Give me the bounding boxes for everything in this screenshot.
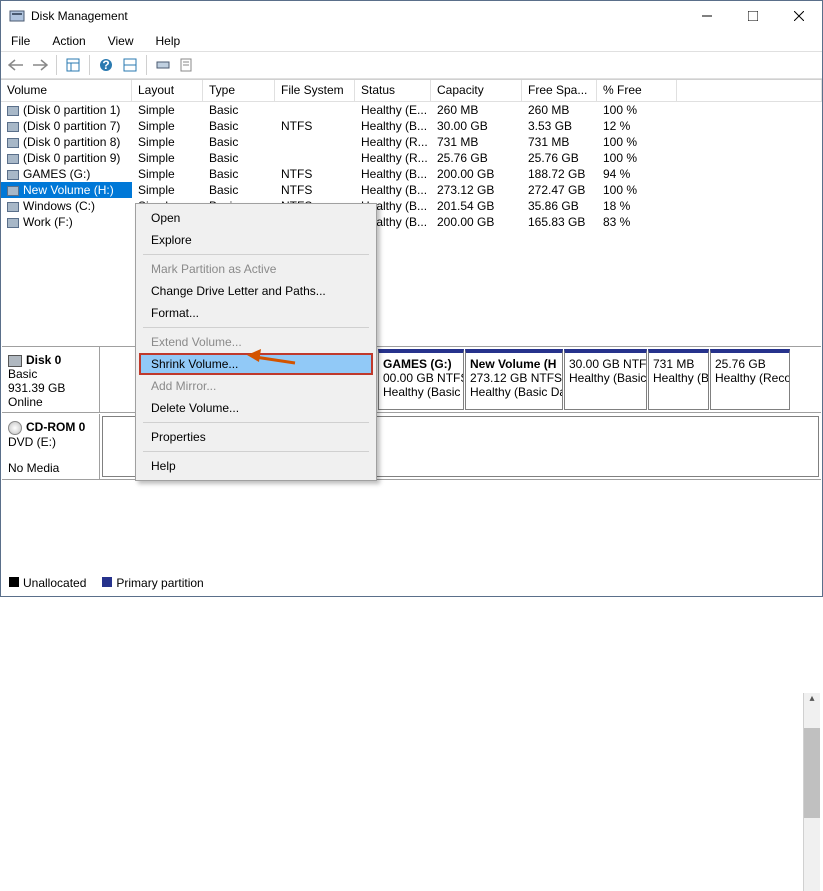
context-menu: OpenExplore Mark Partition as ActiveChang… xyxy=(135,203,377,481)
disk-graphic-pane: Disk 0 Basic 931.39 GB Online GAMES (G:)… xyxy=(2,346,821,546)
menu-action[interactable]: Action xyxy=(48,32,89,50)
col-spacer xyxy=(677,80,822,102)
menu-item: Mark Partition as Active xyxy=(139,258,373,280)
menu-item[interactable]: Open xyxy=(139,207,373,229)
properties-button[interactable] xyxy=(176,54,198,76)
table-row[interactable]: New Volume (H:)SimpleBasicNTFSHealthy (B… xyxy=(1,182,822,198)
volume-icon xyxy=(7,154,19,164)
menu-file[interactable]: File xyxy=(7,32,34,50)
volume-table: Volume Layout Type File System Status Ca… xyxy=(1,79,822,230)
cdrom-label[interactable]: CD-ROM 0 DVD (E:) No Media xyxy=(2,414,100,479)
menu-item[interactable]: Change Drive Letter and Paths... xyxy=(139,280,373,302)
maximize-button[interactable] xyxy=(730,1,776,31)
col-status[interactable]: Status xyxy=(355,80,431,102)
volume-icon xyxy=(7,170,19,180)
legend: Unallocated Primary partition xyxy=(9,576,204,590)
back-button[interactable] xyxy=(5,54,27,76)
view-button[interactable] xyxy=(62,54,84,76)
partition[interactable]: 731 MBHealthy (Basi xyxy=(648,349,709,410)
volume-icon xyxy=(7,122,19,132)
table-row[interactable]: (Disk 0 partition 7)SimpleBasicNTFSHealt… xyxy=(1,118,822,134)
annotation-arrow xyxy=(247,349,297,374)
app-icon xyxy=(9,8,25,24)
cd-icon xyxy=(8,421,22,435)
volume-icon xyxy=(7,186,19,196)
menu-item: Add Mirror... xyxy=(139,375,373,397)
table-row[interactable]: (Disk 0 partition 9)SimpleBasicHealthy (… xyxy=(1,150,822,166)
svg-text:?: ? xyxy=(102,58,109,72)
table-row[interactable]: (Disk 0 partition 1)SimpleBasicHealthy (… xyxy=(1,102,822,118)
menu-item[interactable]: Delete Volume... xyxy=(139,397,373,419)
partition[interactable]: GAMES (G:)00.00 GB NTFSHealthy (Basic D xyxy=(378,349,464,410)
disk0-partitions: GAMES (G:)00.00 GB NTFSHealthy (Basic DN… xyxy=(376,347,821,412)
volume-icon xyxy=(7,106,19,116)
col-volume[interactable]: Volume xyxy=(1,80,132,102)
col-capacity[interactable]: Capacity xyxy=(431,80,522,102)
minimize-button[interactable] xyxy=(684,1,730,31)
layout-button[interactable] xyxy=(119,54,141,76)
settings-button[interactable] xyxy=(152,54,174,76)
disk0-label[interactable]: Disk 0 Basic 931.39 GB Online xyxy=(2,347,100,412)
disk-icon xyxy=(8,355,22,367)
col-type[interactable]: Type xyxy=(203,80,275,102)
table-row[interactable]: (Disk 0 partition 8)SimpleBasicHealthy (… xyxy=(1,134,822,150)
menu-item[interactable]: Properties xyxy=(139,426,373,448)
volume-icon xyxy=(7,202,19,212)
menu-item[interactable]: Format... xyxy=(139,302,373,324)
partition[interactable]: 25.76 GBHealthy (Reco xyxy=(710,349,790,410)
partition[interactable]: New Volume (H273.12 GB NTFSHealthy (Basi… xyxy=(465,349,563,410)
menu-help[interactable]: Help xyxy=(152,32,185,50)
col-filesystem[interactable]: File System xyxy=(275,80,355,102)
menu-item[interactable]: Help xyxy=(139,455,373,477)
volume-icon xyxy=(7,218,19,228)
col-free[interactable]: Free Spa... xyxy=(522,80,597,102)
toolbar: ? xyxy=(1,51,822,79)
partition[interactable]: 30.00 GB NTF!Healthy (Basic xyxy=(564,349,647,410)
menu-bar: File Action View Help xyxy=(1,31,822,51)
table-row[interactable]: GAMES (G:)SimpleBasicNTFSHealthy (B...20… xyxy=(1,166,822,182)
scrollbar-vertical[interactable]: ▴ xyxy=(803,693,820,891)
col-layout[interactable]: Layout xyxy=(132,80,203,102)
title-bar: Disk Management xyxy=(1,1,822,31)
help-button[interactable]: ? xyxy=(95,54,117,76)
volume-icon xyxy=(7,138,19,148)
window-title: Disk Management xyxy=(31,9,684,23)
table-row[interactable]: Windows (C:)SimpleBasicNTFSHealthy (B...… xyxy=(1,198,822,214)
forward-button[interactable] xyxy=(29,54,51,76)
table-row[interactable]: Work (F:)SimpleBasicNTFSHealthy (B...200… xyxy=(1,214,822,230)
close-button[interactable] xyxy=(776,1,822,31)
menu-item[interactable]: Explore xyxy=(139,229,373,251)
col-pctfree[interactable]: % Free xyxy=(597,80,677,102)
menu-view[interactable]: View xyxy=(104,32,138,50)
